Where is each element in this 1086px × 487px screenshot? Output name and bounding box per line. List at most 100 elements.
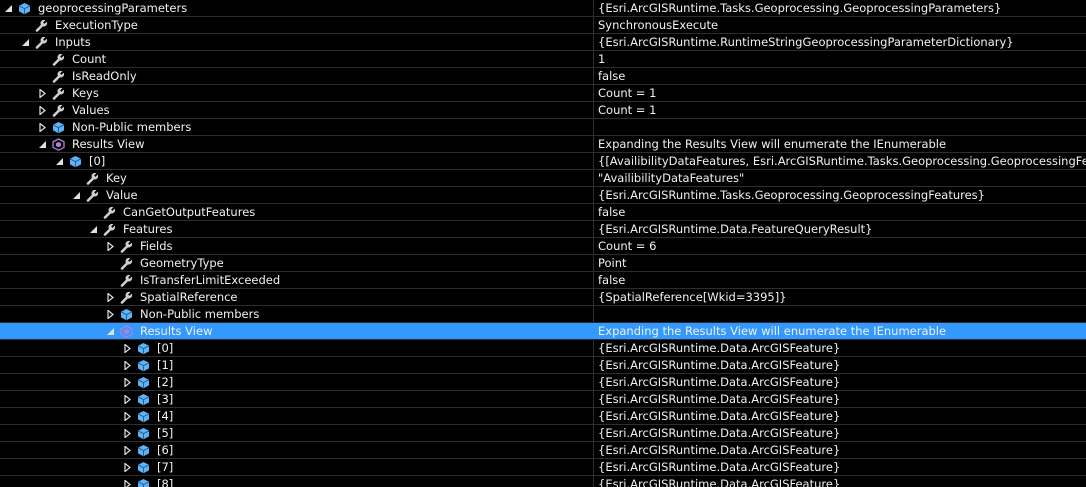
column-divider[interactable]: [593, 391, 594, 407]
tree-row-2[interactable]: [2] {Esri.ArcGISRuntime.Data.ArcGISFeatur…: [0, 374, 1086, 391]
variable-value: {Esri.ArcGISRuntime.Data.ArcGISFeature}: [598, 443, 841, 457]
variable-value: {Esri.ArcGISRuntime.Data.ArcGISFeature}: [598, 460, 841, 474]
expand-arrow-icon[interactable]: [38, 123, 47, 132]
collapse-arrow-icon[interactable]: [21, 38, 30, 47]
expand-arrow-icon[interactable]: [123, 412, 132, 421]
expand-arrow-icon[interactable]: [106, 293, 115, 302]
tree-row-geoprocessingparameters[interactable]: geoprocessingParameters {Esri.ArcGISRunti…: [0, 0, 1086, 17]
column-divider[interactable]: [593, 136, 594, 152]
tree-row-geometrytype[interactable]: GeometryType Point: [0, 255, 1086, 272]
wrench-icon: [103, 223, 116, 236]
expand-arrow-icon[interactable]: [106, 242, 115, 251]
tree-row-key[interactable]: Key "AvailibilityDataFeatures": [0, 170, 1086, 187]
tree-row-cangetoutputfeatures[interactable]: CanGetOutputFeatures false: [0, 204, 1086, 221]
column-divider[interactable]: [593, 306, 594, 322]
column-divider[interactable]: [593, 425, 594, 441]
column-divider[interactable]: [593, 153, 594, 169]
column-divider[interactable]: [593, 357, 594, 373]
collapse-arrow-icon[interactable]: [38, 140, 47, 149]
column-divider[interactable]: [593, 34, 594, 50]
tree-row-features[interactable]: Features {Esri.ArcGISRuntime.Data.Feature…: [0, 221, 1086, 238]
tree-row-non-public-members[interactable]: Non-Public members: [0, 306, 1086, 323]
column-divider[interactable]: [593, 272, 594, 288]
collapse-arrow-icon[interactable]: [106, 327, 115, 336]
expand-arrow-icon[interactable]: [123, 361, 132, 370]
column-divider[interactable]: [593, 476, 594, 487]
tree-row-1[interactable]: [1] {Esri.ArcGISRuntime.Data.ArcGISFeatur…: [0, 357, 1086, 374]
expand-arrow-icon[interactable]: [123, 378, 132, 387]
expand-arrow-icon[interactable]: [123, 429, 132, 438]
variable-value: Count = 1: [598, 86, 657, 100]
tree-row-5[interactable]: [5] {Esri.ArcGISRuntime.Data.ArcGISFeatur…: [0, 425, 1086, 442]
expand-arrow-icon[interactable]: [123, 344, 132, 353]
variable-name: Non-Public members: [72, 120, 192, 134]
column-divider[interactable]: [593, 204, 594, 220]
tree-row-istransferlimitexceeded[interactable]: IsTransferLimitExceeded false: [0, 272, 1086, 289]
variable-value: Expanding the Results View will enumerat…: [598, 324, 947, 338]
expand-arrow-icon[interactable]: [123, 395, 132, 404]
column-divider[interactable]: [593, 85, 594, 101]
column-divider[interactable]: [593, 0, 594, 16]
name-cell: [7]: [0, 459, 593, 476]
object-icon: [137, 478, 150, 487]
name-cell: ExecutionType: [0, 17, 593, 34]
collapse-arrow-icon[interactable]: [4, 4, 13, 13]
column-divider[interactable]: [593, 17, 594, 33]
collapse-arrow-icon[interactable]: [89, 225, 98, 234]
column-divider[interactable]: [593, 119, 594, 135]
column-divider[interactable]: [593, 255, 594, 271]
tree-row-inputs[interactable]: Inputs {Esri.ArcGISRuntime.RuntimeStringG…: [0, 34, 1086, 51]
tree-row-8[interactable]: [8] {Esri.ArcGISRuntime.Data.ArcGISFeatur…: [0, 476, 1086, 487]
column-divider[interactable]: [593, 459, 594, 475]
column-divider[interactable]: [593, 442, 594, 458]
column-divider[interactable]: [593, 187, 594, 203]
expand-arrow-icon[interactable]: [106, 310, 115, 319]
expand-arrow-icon[interactable]: [123, 463, 132, 472]
variable-name: Inputs: [55, 35, 91, 49]
column-divider[interactable]: [593, 51, 594, 67]
expand-arrow-icon[interactable]: [123, 446, 132, 455]
expand-arrow-icon[interactable]: [38, 89, 47, 98]
column-divider[interactable]: [593, 340, 594, 356]
variable-name: [2]: [157, 375, 174, 389]
variable-value: {Esri.ArcGISRuntime.Data.FeatureQueryRes…: [598, 222, 873, 236]
tree-row-results-view[interactable]: Results View Expanding the Results View w…: [0, 323, 1086, 340]
tree-row-0[interactable]: [0] {[AvailibilityDataFeatures, Esri.ArcG…: [0, 153, 1086, 170]
column-divider[interactable]: [593, 323, 594, 339]
column-divider[interactable]: [593, 170, 594, 186]
variable-value: {SpatialReference[Wkid=3395]}: [598, 290, 787, 304]
tree-row-values[interactable]: Values Count = 1: [0, 102, 1086, 119]
variable-value: Point: [598, 256, 627, 270]
wrench-icon: [120, 240, 133, 253]
column-divider[interactable]: [593, 238, 594, 254]
column-divider[interactable]: [593, 68, 594, 84]
tree-row-spatialreference[interactable]: SpatialReference {SpatialReference[Wkid=3…: [0, 289, 1086, 306]
tree-row-3[interactable]: [3] {Esri.ArcGISRuntime.Data.ArcGISFeatur…: [0, 391, 1086, 408]
tree-row-non-public-members[interactable]: Non-Public members: [0, 119, 1086, 136]
expand-arrow-icon[interactable]: [38, 106, 47, 115]
expand-arrow-icon[interactable]: [123, 480, 132, 487]
tree-row-6[interactable]: [6] {Esri.ArcGISRuntime.Data.ArcGISFeatur…: [0, 442, 1086, 459]
column-divider[interactable]: [593, 408, 594, 424]
column-divider[interactable]: [593, 374, 594, 390]
tree-row-keys[interactable]: Keys Count = 1: [0, 85, 1086, 102]
tree-row-results-view[interactable]: Results View Expanding the Results View w…: [0, 136, 1086, 153]
tree-row-4[interactable]: [4] {Esri.ArcGISRuntime.Data.ArcGISFeatur…: [0, 408, 1086, 425]
variable-value: {Esri.ArcGISRuntime.Data.ArcGISFeature}: [598, 341, 841, 355]
tree-row-executiontype[interactable]: ExecutionType SynchronousExecute: [0, 17, 1086, 34]
tree-row-value[interactable]: Value {Esri.ArcGISRuntime.Tasks.Geoproces…: [0, 187, 1086, 204]
tree-row-fields[interactable]: Fields Count = 6: [0, 238, 1086, 255]
object-icon: [69, 155, 82, 168]
column-divider[interactable]: [593, 221, 594, 237]
name-cell: Features: [0, 221, 593, 238]
collapse-arrow-icon[interactable]: [55, 157, 64, 166]
column-divider[interactable]: [593, 102, 594, 118]
collapse-arrow-icon[interactable]: [72, 191, 81, 200]
tree-row-7[interactable]: [7] {Esri.ArcGISRuntime.Data.ArcGISFeatur…: [0, 459, 1086, 476]
tree-row-count[interactable]: Count 1: [0, 51, 1086, 68]
tree-row-0[interactable]: [0] {Esri.ArcGISRuntime.Data.ArcGISFeatur…: [0, 340, 1086, 357]
variable-value: Count = 6: [598, 239, 657, 253]
tree-row-isreadonly[interactable]: IsReadOnly false: [0, 68, 1086, 85]
column-divider[interactable]: [593, 289, 594, 305]
wrench-icon: [52, 87, 65, 100]
